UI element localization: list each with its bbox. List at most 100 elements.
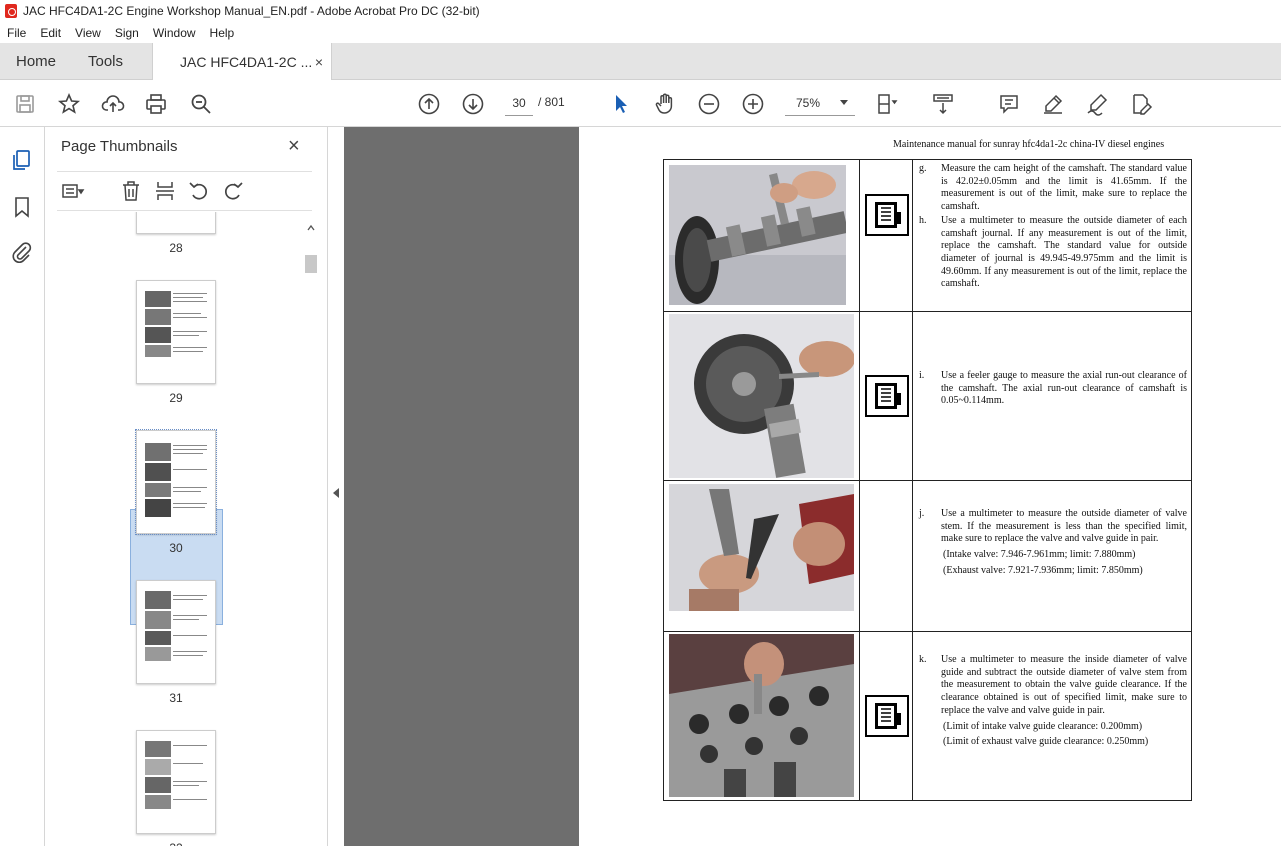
manual-book-icon <box>865 375 909 417</box>
window-title: JAC HFC4DA1-2C Engine Workshop Manual_EN… <box>23 4 480 18</box>
manual-book-icon <box>865 194 909 236</box>
instruction-cell: j. Use a multimeter to measure the outsi… <box>913 481 1191 631</box>
close-icon[interactable]: × <box>288 135 300 158</box>
zoom-in-icon[interactable] <box>740 91 766 117</box>
note-intake-guide-clearance: (Limit of intake valve guide clearance: … <box>943 720 1143 732</box>
thumbnail-page[interactable] <box>136 280 216 384</box>
instruction-j: j. Use a multimeter to measure the outsi… <box>919 508 1187 576</box>
icon-cell <box>860 632 913 800</box>
thumbnail-page[interactable] <box>136 580 216 684</box>
edit-pdf-icon[interactable] <box>1128 91 1154 117</box>
zoom-select[interactable]: 75% <box>785 90 855 116</box>
acrobat-app-icon <box>5 4 17 18</box>
document-viewer[interactable]: Maintenance manual for sunray hfc4da1-2c… <box>344 127 1281 846</box>
zoom-value: 75% <box>796 95 821 110</box>
chevron-down-icon <box>840 100 848 105</box>
left-navigation-rail <box>0 127 45 846</box>
options-menu-icon[interactable] <box>61 179 85 203</box>
main-toolbar <box>0 80 1281 197</box>
thumbnail-page[interactable] <box>136 212 216 234</box>
sign-icon[interactable] <box>1084 91 1110 117</box>
tab-document-label: JAC HFC4DA1-2C ... <box>180 54 313 70</box>
icon-cell <box>860 312 913 480</box>
icon-cell <box>860 160 913 311</box>
tab-home[interactable]: Home <box>16 43 56 80</box>
thumbnail-label: 29 <box>169 391 183 405</box>
thumbnail-label: 30 <box>169 541 183 555</box>
pdf-page: Maintenance manual for sunray hfc4da1-2c… <box>579 127 1281 846</box>
menu-sign[interactable]: Sign <box>115 26 139 40</box>
delete-icon[interactable] <box>119 179 143 203</box>
save-icon[interactable] <box>12 91 38 117</box>
hand-icon[interactable] <box>652 91 678 117</box>
procedure-table: g. Measure the cam height of the camshaf… <box>663 159 1192 801</box>
menu-view[interactable]: View <box>75 26 101 40</box>
photo-cell <box>664 160 860 311</box>
page-down-icon[interactable] <box>460 91 486 117</box>
menu-help[interactable]: Help <box>210 26 235 40</box>
instruction-g: g. Measure the cam height of the camshaf… <box>919 163 1187 213</box>
menu-edit[interactable]: Edit <box>40 26 61 40</box>
highlight-icon[interactable] <box>1040 91 1066 117</box>
note-exhaust-valve: (Exhaust valve: 7.921-7.936mm; limit: 7.… <box>943 564 1143 576</box>
bookmarks-icon[interactable] <box>10 195 34 219</box>
instruction-h: h. Use a multimeter to measure the outsi… <box>919 214 1187 290</box>
upload-icon[interactable] <box>100 91 126 117</box>
instruction-cell: g. Measure the cam height of the camshaf… <box>913 160 1191 311</box>
thumbnail-label: 31 <box>169 691 183 705</box>
instruction-k: k. Use a multimeter to measure the insid… <box>919 654 1187 748</box>
thumbnail-panel: Page Thumbnails × 28 29 30 31 <box>45 127 327 846</box>
instruction-cell: i. Use a feeler gauge to measure the axi… <box>913 312 1191 480</box>
table-row: j. Use a multimeter to measure the outsi… <box>664 481 1191 632</box>
panel-collapse-handle[interactable] <box>327 127 344 846</box>
valve-guide-photo <box>669 634 854 797</box>
rotate-right-icon[interactable] <box>221 179 245 203</box>
print-icon[interactable] <box>143 91 169 117</box>
table-row: k. Use a multimeter to measure the insid… <box>664 632 1191 800</box>
thumbnail-page-selected[interactable] <box>135 429 217 535</box>
menu-window[interactable]: Window <box>153 26 196 40</box>
fit-page-icon[interactable] <box>874 91 900 117</box>
tab-bar: Home Tools JAC HFC4DA1-2C ... × <box>0 43 1281 81</box>
icon-cell <box>860 481 913 631</box>
manual-book-icon <box>865 695 909 737</box>
bookmark-star-icon[interactable] <box>56 91 82 117</box>
camshaft-measure-photo <box>669 165 846 305</box>
page-total: / 801 <box>538 95 565 109</box>
thumbnail-label: 32 <box>45 841 307 846</box>
page-up-icon[interactable] <box>416 91 442 117</box>
photo-cell <box>664 312 860 480</box>
extract-pages-icon[interactable] <box>153 179 177 203</box>
title-bar: JAC HFC4DA1-2C Engine Workshop Manual_EN… <box>0 0 1281 22</box>
zoom-out-icon[interactable] <box>696 91 722 117</box>
thumbnail-tools <box>57 171 312 211</box>
instruction-cell: k. Use a multimeter to measure the insid… <box>913 632 1191 800</box>
tab-tools[interactable]: Tools <box>88 43 123 80</box>
instruction-i: i. Use a feeler gauge to measure the axi… <box>919 370 1187 407</box>
collapse-arrow-icon <box>333 488 339 498</box>
tab-close-icon[interactable]: × <box>315 54 323 70</box>
attachments-icon[interactable] <box>10 240 34 264</box>
menu-bar: File Edit View Sign Window Help <box>0 22 1281 43</box>
comment-icon[interactable] <box>996 91 1022 117</box>
note-exhaust-guide-clearance: (Limit of exhaust valve guide clearance:… <box>943 736 1149 748</box>
valve-stem-photo <box>669 484 854 611</box>
tab-document[interactable]: JAC HFC4DA1-2C ... × <box>152 43 332 81</box>
scrollbar-thumb[interactable] <box>305 255 317 273</box>
menu-file[interactable]: File <box>7 26 26 40</box>
rotate-left-icon[interactable] <box>187 179 211 203</box>
photo-cell <box>664 481 860 631</box>
page-header: Maintenance manual for sunray hfc4da1-2c… <box>893 139 1165 150</box>
table-row: i. Use a feeler gauge to measure the axi… <box>664 312 1191 481</box>
page-thumbnails-icon[interactable] <box>10 148 34 172</box>
feeler-gauge-photo <box>669 314 854 478</box>
thumbnail-label: 28 <box>169 241 183 255</box>
thumbnail-page[interactable] <box>136 730 216 834</box>
thumbnail-list: 28 29 30 31 <box>45 212 327 846</box>
scroll-mode-icon[interactable] <box>930 91 956 117</box>
panel-title: Page Thumbnails <box>61 138 178 155</box>
zoom-search-icon[interactable] <box>188 91 214 117</box>
select-arrow-icon[interactable] <box>608 91 634 117</box>
page-number-input[interactable]: 30 <box>505 90 533 116</box>
thumbnail-scrollbar[interactable] <box>305 222 317 846</box>
